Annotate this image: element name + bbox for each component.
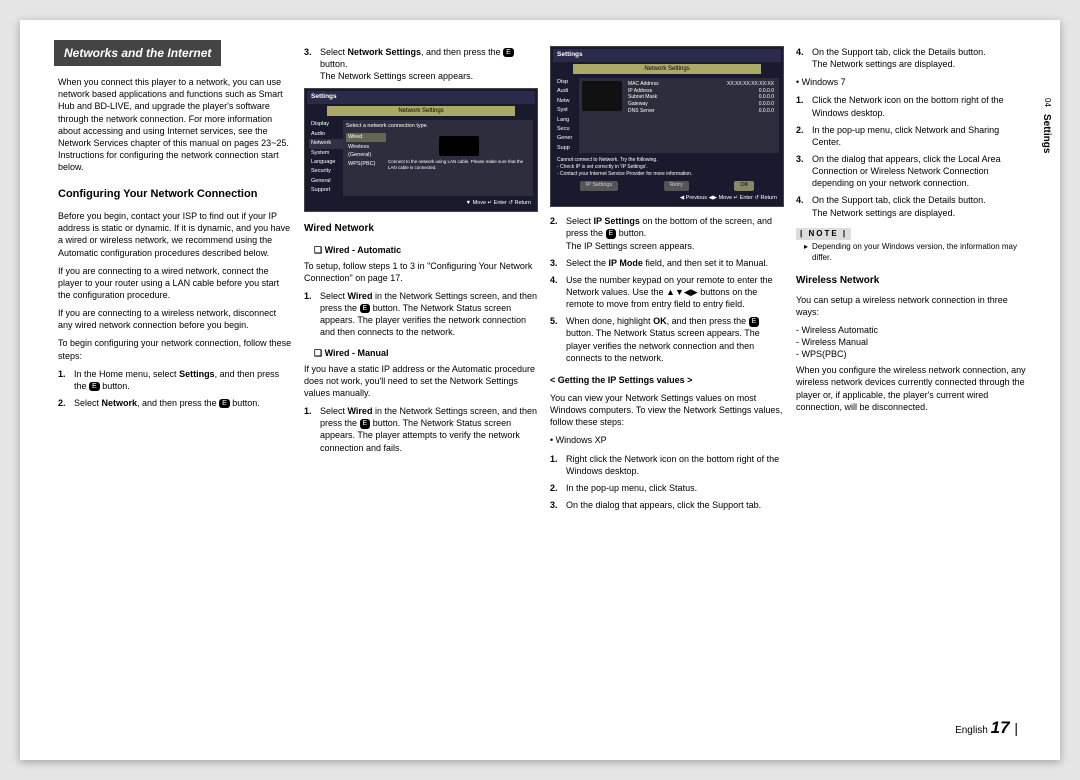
step-2: 2.In the pop-up menu, click Status. — [550, 482, 784, 494]
scr-header: Network Settings — [327, 106, 515, 116]
step-1: 1. Select Wired in the Network Settings … — [304, 405, 538, 454]
opt-wireless-manual: Wireless Manual — [796, 336, 1030, 348]
bullet-xp: Windows XP — [550, 434, 784, 446]
step-4: 4. Use the number keypad on your remote … — [550, 274, 784, 310]
step-text: Select Wired in the Network Settings scr… — [320, 405, 538, 454]
section-number: 04 — [1043, 98, 1052, 107]
paragraph: When you configure the wireless network … — [796, 364, 1030, 413]
step-3: 3. Select Network Settings, and then pre… — [304, 46, 538, 82]
scr-header: Network Settings — [573, 64, 761, 74]
scr-title: Settings — [307, 91, 535, 104]
subheading-ip-values: < Getting the IP Settings values > — [550, 374, 784, 386]
note-label: | NOTE | — [796, 228, 851, 241]
paragraph: If you have a static IP address or the A… — [304, 363, 538, 399]
note-box: | NOTE | Depending on your Windows versi… — [796, 227, 1030, 264]
section-tab: Settings — [1041, 114, 1052, 153]
step-text: In the Home menu, select Settings, and t… — [74, 368, 292, 392]
step-1: 1. Select Wired in the Network Settings … — [304, 290, 538, 339]
step-2: 2. Select IP Settings on the bottom of t… — [550, 215, 784, 251]
note-text: Depending on your Windows version, the i… — [796, 240, 1030, 264]
scr-bottom-hints: ▼ Move ↵ Enter ↺ Return — [307, 198, 535, 209]
step-2: 2.In the pop-up menu, click Network and … — [796, 124, 1030, 148]
paragraph: You can setup a wireless network connect… — [796, 294, 1030, 318]
settings-screenshot-2: Settings Network Settings Disp Audi Netw… — [550, 46, 784, 207]
globe-icon — [582, 81, 622, 111]
step-num: 2. — [58, 397, 74, 409]
step-text: Select Network, and then press the E but… — [74, 397, 292, 409]
paragraph: Before you begin, contact your ISP to fi… — [58, 210, 292, 259]
step-text: Select Wired in the Network Settings scr… — [320, 290, 538, 339]
enter-icon: E — [360, 304, 371, 313]
subheading-wired-manual: ❏ Wired - Manual — [314, 347, 538, 359]
enter-icon: E — [89, 382, 100, 391]
subheading-wired: Wired Network — [304, 222, 538, 236]
enter-icon: E — [503, 48, 514, 57]
section-header: Networks and the Internet — [54, 40, 221, 66]
step-num: 1. — [304, 290, 320, 339]
enter-icon: E — [219, 399, 230, 408]
subheading-wireless: Wireless Network — [796, 274, 1030, 288]
paragraph: If you are connecting to a wired network… — [58, 265, 292, 301]
enter-icon: E — [606, 229, 617, 238]
paragraph: To begin configuring your network connec… — [58, 337, 292, 361]
scr-main: Select a network connection type. Wired … — [343, 120, 533, 195]
step-1: 1. In the Home menu, select Settings, an… — [58, 368, 292, 392]
step-num: 1. — [58, 368, 74, 392]
column-3: Settings Network Settings Disp Audi Netw… — [550, 40, 784, 517]
scr-sidebar: Display Audio Network System Language Se… — [309, 120, 343, 195]
scr-bottom-hints: ◀ Previous ◀▶ Move ↵ Enter ↺ Return — [553, 193, 781, 204]
step-5: 5. When done, highlight OK, and then pre… — [550, 315, 784, 364]
scr-info: MAC AddressXX:XX:XX:XX:XX:XX IP Address0… — [579, 78, 779, 153]
intro-text: When you connect this player to a networ… — [58, 76, 292, 173]
subheading-wired-auto: ❏ Wired - Automatic — [314, 244, 538, 256]
step-1: 1.Click the Network icon on the bottom r… — [796, 94, 1030, 118]
column-4: 4.On the Support tab, click the Details … — [796, 40, 1030, 517]
scr-sidebar: Disp Audi Netw Syst Lang Secu Gener Supp — [555, 78, 579, 153]
pipe-icon: | — [1014, 720, 1018, 736]
scr-buttons: IP Settings Retry OK — [553, 179, 781, 192]
router-icon — [439, 136, 479, 156]
settings-screenshot-1: Settings Network Settings Display Audio … — [304, 88, 538, 212]
paragraph: You can view your Network Settings value… — [550, 392, 784, 428]
subheading-config: Configuring Your Network Connection — [58, 187, 292, 202]
step-3: 3.On the dialog that appears, click the … — [550, 499, 784, 511]
step-3: 3.On the dialog that appears, click the … — [796, 153, 1030, 189]
step-2: 2. Select Network, and then press the E … — [58, 397, 292, 409]
step-text: Select Network Settings, and then press … — [320, 46, 538, 82]
step-1: 1.Right click the Network icon on the bo… — [550, 453, 784, 477]
step-4: 4.On the Support tab, click the Details … — [796, 194, 1030, 218]
step-3: 3. Select the IP Mode field, and then se… — [550, 257, 784, 269]
paragraph: To setup, follow steps 1 to 3 in "Config… — [304, 260, 538, 284]
opt-wps-pbc: WPS(PBC) — [796, 348, 1030, 360]
page-number: 17 — [991, 718, 1010, 737]
step-num: 3. — [304, 46, 320, 82]
step-4: 4.On the Support tab, click the Details … — [796, 46, 1030, 70]
page-footer: English 17 | — [955, 718, 1020, 738]
scr-error-msg: Cannot connect to Network. Try the follo… — [553, 155, 781, 179]
enter-icon: E — [360, 419, 371, 428]
opt-wireless-auto: Wireless Automatic — [796, 324, 1030, 336]
column-2: 3. Select Network Settings, and then pre… — [304, 40, 538, 517]
paragraph: If you are connecting to a wireless netw… — [58, 307, 292, 331]
column-1: Networks and the Internet When you conne… — [58, 40, 292, 517]
bullet-win7: Windows 7 — [796, 76, 1030, 88]
scr-title: Settings — [553, 49, 781, 62]
footer-lang: English — [955, 725, 988, 736]
enter-icon: E — [749, 317, 760, 326]
step-num: 1. — [304, 405, 320, 454]
